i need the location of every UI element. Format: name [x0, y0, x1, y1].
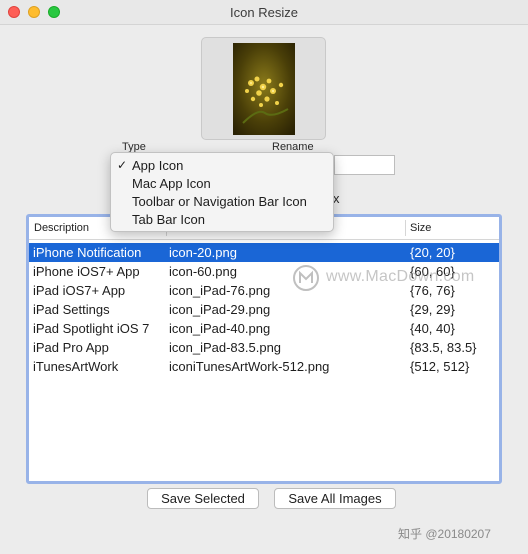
cell-description: iPad Settings: [33, 302, 110, 317]
table-row[interactable]: iPhone Notification icon-20.png {20, 20}: [29, 243, 499, 262]
cell-description: iTunesArtWork: [33, 359, 119, 374]
column-header-size[interactable]: Size: [410, 222, 431, 234]
title-bar: Icon Resize: [0, 0, 528, 25]
preview-image: [233, 43, 295, 135]
cell-size: {83.5, 83.5}: [410, 340, 477, 355]
cell-filename: icon-60.png: [169, 264, 237, 279]
table-row[interactable]: iPad Spotlight iOS 7 icon_iPad-40.png {4…: [29, 319, 499, 338]
menu-item-label: Tab Bar Icon: [132, 212, 205, 227]
cell-size: {512, 512}: [410, 359, 470, 374]
cell-description: iPad Pro App: [33, 340, 109, 355]
cell-size: {40, 40}: [410, 321, 455, 336]
table-row[interactable]: iTunesArtWork iconiTunesArtWork-512.png …: [29, 357, 499, 376]
menu-item-tab-bar-icon[interactable]: Tab Bar Icon: [111, 212, 333, 230]
cell-filename: icon_iPad-83.5.png: [169, 340, 282, 355]
save-all-images-button[interactable]: Save All Images: [274, 488, 396, 509]
icon-resize-window: Icon Resize Type Rename x Description Si…: [0, 0, 528, 554]
cell-filename: iconiTunesArtWork-512.png: [169, 359, 330, 374]
macdown-watermark-logo: [293, 265, 319, 291]
column-header-description[interactable]: Description: [34, 222, 89, 234]
cell-description: iPhone Notification: [33, 245, 142, 260]
icon-sizes-table[interactable]: Description Size iPhone Notification ico…: [26, 214, 502, 484]
cell-filename: icon_iPad-76.png: [169, 283, 271, 298]
window-title: Icon Resize: [230, 5, 298, 20]
type-dropdown-menu[interactable]: ✓ App Icon Mac App Icon Toolbar or Navig…: [110, 152, 334, 232]
table-row[interactable]: iPad Settings icon_iPad-29.png {29, 29}: [29, 300, 499, 319]
save-selected-button[interactable]: Save Selected: [147, 488, 259, 509]
cell-description: iPad Spotlight iOS 7: [33, 321, 150, 336]
cell-description: iPhone iOS7+ App: [33, 264, 140, 279]
macdown-watermark-text: www.MacDown.com: [326, 268, 475, 285]
menu-item-label: Toolbar or Navigation Bar Icon: [132, 194, 307, 209]
cell-size: {29, 29}: [410, 302, 455, 317]
menu-item-app-icon[interactable]: ✓ App Icon: [111, 158, 333, 176]
column-separator: [405, 220, 406, 236]
cell-filename: icon-20.png: [169, 245, 237, 260]
image-preview-well[interactable]: [201, 37, 326, 140]
table-row[interactable]: iPad Pro App icon_iPad-83.5.png {83.5, 8…: [29, 338, 499, 357]
menu-item-mac-app-icon[interactable]: Mac App Icon: [111, 176, 333, 194]
cell-description: iPad iOS7+ App: [33, 283, 126, 298]
menu-item-toolbar-icon[interactable]: Toolbar or Navigation Bar Icon: [111, 194, 333, 212]
rename-input[interactable]: [334, 155, 395, 175]
cell-filename: icon_iPad-40.png: [169, 321, 271, 336]
zhihu-watermark: 知乎 @20180207: [398, 527, 491, 541]
menu-item-label: Mac App Icon: [132, 176, 211, 191]
menu-item-label: App Icon: [132, 158, 184, 173]
cell-filename: icon_iPad-29.png: [169, 302, 271, 317]
checkmark-icon: ✓: [117, 158, 128, 172]
cell-size: {20, 20}: [410, 245, 455, 260]
